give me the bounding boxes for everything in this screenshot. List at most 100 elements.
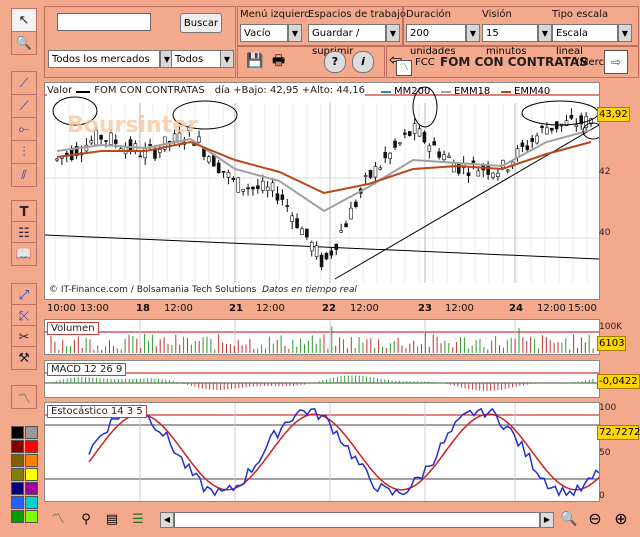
- color-swatch-blue[interactable]: [11, 496, 24, 509]
- candle-body: [427, 145, 432, 152]
- view-label: Visión: [482, 9, 512, 20]
- candle-body: [471, 160, 476, 163]
- candle-body: [540, 125, 544, 129]
- workspace-dropdown-arrow[interactable]: ▼: [386, 24, 400, 42]
- candle-body: [388, 152, 392, 159]
- book-tool-icon[interactable]: 📖: [11, 242, 37, 266]
- x-label: 24: [509, 303, 523, 314]
- color-swatch-green[interactable]: [11, 510, 24, 523]
- color-swatch-yellow[interactable]: [25, 468, 38, 481]
- color-swatch-brown[interactable]: [11, 454, 24, 467]
- candle-body: [256, 185, 260, 189]
- search-input[interactable]: [57, 13, 151, 31]
- settings-tool-icon[interactable]: ⚒: [11, 346, 37, 370]
- stochastic-panel[interactable]: Estocástico 14 3 5: [44, 402, 600, 502]
- info-icon[interactable]: i: [352, 51, 374, 73]
- color-swatch-orange[interactable]: [25, 454, 38, 467]
- candle-body: [452, 162, 456, 173]
- candle-body: [442, 154, 446, 161]
- volume-last-value: 6103: [597, 336, 627, 351]
- candle-body: [324, 252, 329, 260]
- x-label: 10:00: [47, 303, 76, 314]
- color-swatch-cyan[interactable]: [25, 496, 38, 509]
- trend-tool-icon[interactable]: ⟋: [11, 94, 37, 118]
- day-range: día +Bajo: 42,95 +Alto: 44,16: [214, 85, 365, 96]
- color-swatch-lime[interactable]: [25, 510, 38, 523]
- bottom-candle-icon[interactable]: ⚲: [76, 510, 96, 530]
- scale-select[interactable]: Escala lineal: [552, 24, 618, 57]
- candle-body: [285, 205, 290, 207]
- candle-body: [260, 180, 265, 191]
- candle-body: [314, 245, 319, 257]
- scale-label: Tipo escala: [552, 9, 609, 20]
- zoom-tool-icon[interactable]: 🔍: [11, 31, 37, 55]
- save-icon[interactable]: 💾: [246, 53, 263, 69]
- view-dropdown-arrow[interactable]: ▼: [538, 24, 552, 42]
- filter-select[interactable]: Todos: [171, 50, 221, 68]
- ticker-chart-icon[interactable]: 〽: [396, 60, 412, 76]
- color-swatch-darkred[interactable]: [11, 440, 24, 453]
- help-icon[interactable]: ?: [324, 51, 346, 73]
- menu-dropdown-arrow[interactable]: ▼: [288, 24, 302, 42]
- candle-body: [334, 243, 339, 250]
- line-tool-icon[interactable]: ⟋: [11, 71, 37, 95]
- emm40-label: EMM40: [514, 86, 551, 97]
- color-swatch-purple[interactable]: [25, 482, 38, 495]
- print-icon[interactable]: 🖶: [272, 53, 288, 69]
- stochastic-title: Estocástico 14 3 5: [47, 405, 147, 418]
- zoom-out-icon[interactable]: ⊖: [584, 508, 606, 530]
- pointer-tool-icon[interactable]: ↖: [11, 8, 37, 32]
- macd-panel[interactable]: MACD 12 26 9: [44, 360, 600, 398]
- horizontal-tool-icon[interactable]: ⟜: [11, 117, 37, 141]
- x-label: 12:00: [537, 303, 566, 314]
- view-select[interactable]: 15 minutos: [482, 24, 538, 57]
- x-label: 12:00: [164, 303, 193, 314]
- ticker-next-icon[interactable]: ⇨: [604, 50, 628, 74]
- candle-body: [398, 142, 402, 145]
- bottom-chart-type-icon[interactable]: 〽: [48, 510, 68, 530]
- candle-body: [422, 131, 427, 143]
- credit: © IT-Finance.com / Bolsamania Tech Solut…: [49, 285, 257, 295]
- volume-panel[interactable]: Volumen: [44, 319, 600, 355]
- duration-dropdown-arrow[interactable]: ▼: [466, 24, 480, 42]
- scale-dropdown-arrow[interactable]: ▼: [618, 24, 632, 42]
- channel-tool-icon[interactable]: ⫽: [11, 163, 37, 187]
- zoom-in-icon[interactable]: ⊕: [610, 508, 632, 530]
- color-swatch-black[interactable]: [11, 426, 24, 439]
- candle-body: [349, 207, 353, 220]
- color-swatch-red[interactable]: [25, 440, 38, 453]
- x-label: 13:00: [80, 303, 109, 314]
- workspace-select[interactable]: Guardar / suprimir: [308, 24, 386, 57]
- candle-body: [319, 254, 324, 268]
- duration-select[interactable]: 200 unidades: [406, 24, 466, 57]
- indicator-tool-icon[interactable]: 〽: [11, 385, 37, 409]
- scroll-right-button[interactable]: ▶: [540, 512, 554, 528]
- horizontal-scrollbar[interactable]: [174, 512, 540, 528]
- bottom-table-icon[interactable]: ▤: [102, 510, 122, 530]
- candle-body: [525, 145, 530, 150]
- candle-body: [550, 127, 554, 131]
- color-swatch-navy[interactable]: [11, 482, 24, 495]
- color-swatch-olive[interactable]: [11, 468, 24, 481]
- macd-title: MACD 12 26 9: [47, 363, 127, 376]
- bottom-list-icon[interactable]: ☰: [128, 510, 148, 530]
- candle-body: [545, 127, 549, 135]
- menu-select[interactable]: Vacío: [240, 24, 288, 42]
- candle-body: [104, 140, 108, 142]
- color-swatch-gray[interactable]: [25, 426, 38, 439]
- filter-dropdown-arrow[interactable]: ▼: [220, 50, 234, 68]
- candle-body: [246, 187, 250, 190]
- scroll-left-button[interactable]: ◀: [160, 512, 174, 528]
- candle-body: [354, 201, 358, 208]
- zoom-fit-icon[interactable]: 🔍: [558, 508, 580, 530]
- vertical-tool-icon[interactable]: ⫶: [11, 140, 37, 164]
- search-button[interactable]: Buscar: [180, 13, 222, 33]
- x-label: 21: [229, 303, 243, 314]
- markets-select[interactable]: Todos los mercados: [48, 50, 160, 68]
- candle-body: [138, 155, 143, 158]
- candle-body: [569, 114, 574, 119]
- price-panel-title: Valor FOM CON CONTRATAS día +Bajo: 42,95…: [47, 85, 365, 96]
- candle-body: [417, 128, 422, 137]
- candle-body: [216, 162, 221, 174]
- price-panel[interactable]: Valor FOM CON CONTRATAS día +Bajo: 42,95…: [44, 82, 600, 300]
